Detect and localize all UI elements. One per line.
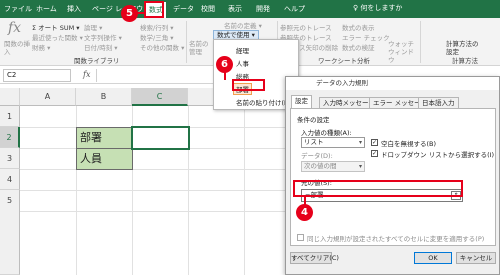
- cancel-button[interactable]: キャンセル: [456, 252, 496, 264]
- ok-button[interactable]: OK: [414, 252, 452, 264]
- gridline: [244, 106, 245, 275]
- tab-help[interactable]: ヘルプ: [284, 3, 305, 15]
- financial-button[interactable]: 財務 ▾: [32, 42, 50, 52]
- menu-item-keiri[interactable]: 経理: [236, 45, 249, 55]
- data-select[interactable]: 次の値の間 ▾: [301, 161, 365, 172]
- row-header-5[interactable]: 5: [0, 190, 20, 275]
- chevron-down-icon: ▾: [358, 163, 362, 170]
- column-header-b[interactable]: B: [76, 88, 132, 106]
- logical-button[interactable]: 論理 ▾: [84, 22, 102, 32]
- gridline: [20, 211, 285, 212]
- name-box[interactable]: C2: [3, 69, 71, 82]
- menu-item-jinji[interactable]: 人事: [236, 58, 249, 68]
- trace-precedents-button[interactable]: 参照元のトレース: [280, 22, 332, 32]
- tab-review[interactable]: 校閲: [201, 3, 215, 15]
- step-badge-5: 5: [121, 5, 138, 22]
- dialog-title: データの入力規則: [286, 77, 499, 90]
- ignore-blank-checkbox[interactable]: ✓: [371, 139, 378, 146]
- insert-function-button[interactable]: 関数の挿入: [4, 40, 30, 56]
- define-name-button[interactable]: 名前の定義 ▾: [224, 20, 262, 30]
- chevron-down-icon: ▾: [358, 139, 362, 146]
- insert-function-icon[interactable]: fx: [8, 20, 21, 36]
- in-cell-dropdown-checkbox[interactable]: ✓: [371, 150, 378, 157]
- tab-insert[interactable]: 挿入: [67, 3, 81, 15]
- column-header-a[interactable]: A: [20, 88, 76, 106]
- criteria-heading: 条件の設定: [297, 116, 330, 124]
- select-all-corner[interactable]: [0, 88, 20, 106]
- tab-settings[interactable]: 設定: [291, 95, 312, 108]
- cell-b3[interactable]: 人員: [76, 148, 133, 170]
- tab-data[interactable]: データ: [173, 3, 194, 15]
- name-manager-button[interactable]: 名前の管理: [189, 40, 211, 56]
- step-badge-4: 4: [296, 204, 313, 221]
- datetime-button[interactable]: 日付/時刻 ▾: [84, 42, 118, 52]
- calculation-options-button[interactable]: 計算方法の設定: [446, 40, 482, 56]
- column-header-c[interactable]: C: [132, 88, 188, 106]
- in-cell-dropdown-label: ドロップダウン リストから選択する(I): [381, 151, 495, 159]
- cell-b2[interactable]: 部署: [76, 127, 133, 149]
- formula-bar-separator: [96, 69, 97, 82]
- row-header-2[interactable]: 2: [0, 127, 20, 148]
- watch-window-button[interactable]: ウォッチ ウィンドウ: [388, 40, 418, 64]
- error-checking-button[interactable]: エラー チェック: [342, 32, 390, 42]
- annotation-box-busho-item: [232, 79, 265, 91]
- allow-select-value: リスト: [304, 138, 324, 146]
- autosum-button[interactable]: Σ オート SUM ▾: [32, 22, 80, 32]
- tab-file[interactable]: ファイル: [4, 3, 32, 15]
- show-formulas-button[interactable]: 数式の表示: [342, 22, 375, 32]
- row-header-3[interactable]: 3: [0, 148, 20, 169]
- lookup-button[interactable]: 検索/行列 ▾: [140, 22, 174, 32]
- ribbon-separator: [420, 21, 421, 63]
- text-functions-button[interactable]: 文字列操作 ▾: [84, 32, 122, 42]
- math-button[interactable]: 数学/三角 ▾: [140, 32, 174, 42]
- ignore-blank-label: 空白を無視する(B): [381, 140, 437, 148]
- tab-home[interactable]: ホーム: [36, 3, 57, 15]
- settings-panel: 条件の設定 入力値の種類(A): リスト ▾ ✓ 空白を無視する(B) ✓ ドロ…: [290, 108, 496, 246]
- tab-ime[interactable]: 日本語入力: [418, 97, 459, 108]
- selected-cell-c2[interactable]: [131, 126, 190, 150]
- group-label-formula-auditing: ワークシート分析: [318, 57, 370, 65]
- evaluate-formula-button[interactable]: 数式の検証: [342, 42, 375, 52]
- tab-developer[interactable]: 開発: [256, 3, 270, 15]
- apply-all-checkbox[interactable]: [297, 234, 304, 241]
- ribbon-tab-bar: ファイル ホーム 挿入 ページ レイアウト 数式 データ 校閲 表示 開発 ヘル…: [0, 0, 500, 18]
- row-header-1[interactable]: 1: [0, 106, 20, 127]
- ribbon-separator: [186, 21, 187, 63]
- step-badge-6: 6: [216, 56, 233, 73]
- apply-all-label: 同じ入力規則が設定されたすべてのセルに変更を適用する(P): [307, 235, 485, 243]
- data-label: データ(D):: [301, 152, 333, 160]
- group-label-calculation: 計算方法: [452, 57, 478, 65]
- data-validation-dialog: データの入力規則 設定 入力時メッセージ エラー メッセージ 日本語入力 条件の…: [285, 76, 500, 275]
- gridline: [20, 169, 285, 170]
- clear-all-button[interactable]: すべてクリア(C): [290, 252, 339, 264]
- fx-icon[interactable]: fx: [83, 70, 90, 79]
- allow-label: 入力値の種類(A):: [301, 129, 352, 137]
- annotation-box-formulas-tab: [144, 1, 164, 18]
- tab-view[interactable]: 表示: [228, 3, 242, 15]
- gridline: [20, 190, 285, 191]
- annotation-box-source-field: [293, 180, 463, 197]
- tell-me-box[interactable]: ♀ 何をしますか: [353, 3, 402, 13]
- allow-select[interactable]: リスト ▾: [301, 137, 365, 148]
- row-header-4[interactable]: 4: [0, 169, 20, 190]
- group-label-function-library: 関数ライブラリ: [74, 57, 120, 65]
- recent-functions-button[interactable]: 最近使った関数 ▾: [32, 32, 83, 42]
- more-functions-button[interactable]: その他の関数 ▾: [140, 42, 184, 52]
- data-select-value: 次の値の間: [304, 162, 337, 170]
